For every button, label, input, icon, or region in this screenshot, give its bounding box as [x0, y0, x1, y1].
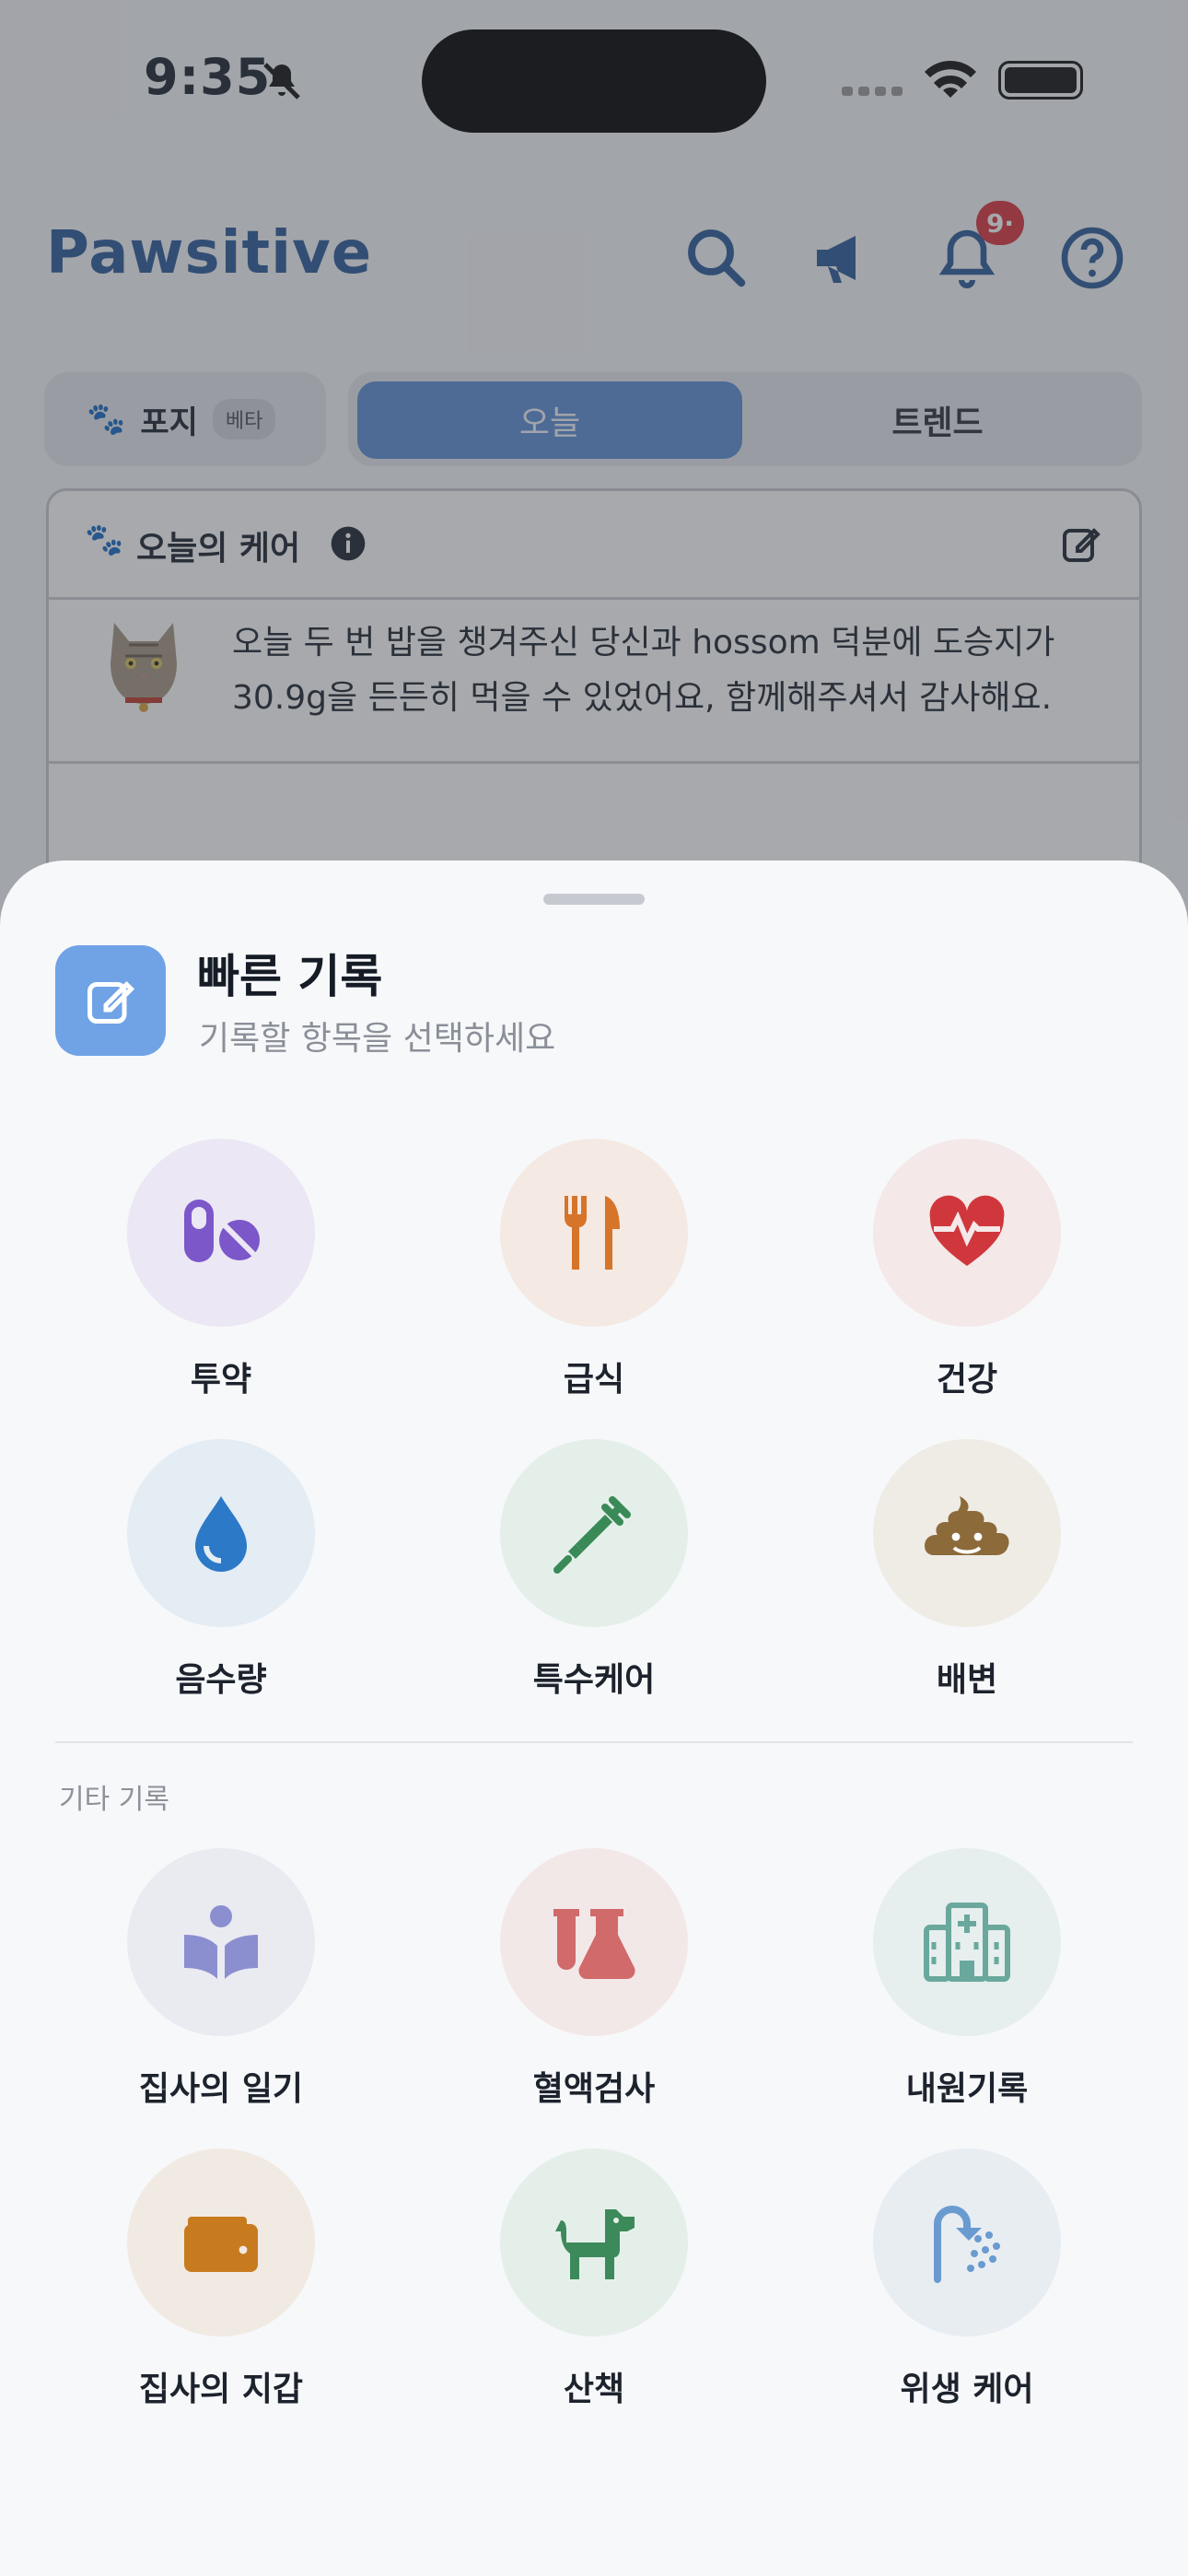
hospital-icon	[924, 1903, 1010, 1982]
quick-item-label: 위생 케어	[900, 2371, 1034, 2408]
hospital-visit-circle	[873, 1848, 1061, 2036]
sheet-drag-handle[interactable]	[543, 894, 645, 905]
quick-item-special-care[interactable]: 특수케어	[439, 1439, 734, 1715]
wallet-circle	[127, 2149, 315, 2336]
quick-item-diary[interactable]: 집사의 일기	[66, 1848, 361, 2125]
dog-icon	[555, 2209, 635, 2279]
quick-item-label: 집사의 지갑	[138, 2371, 304, 2408]
quick-item-wallet[interactable]: 집사의 지갑	[66, 2149, 361, 2425]
medication-circle	[127, 1139, 315, 1327]
quick-item-label: 집사의 일기	[138, 2070, 304, 2108]
quick-item-bowel[interactable]: 배변	[812, 1439, 1107, 1715]
quick-item-water[interactable]: 음수량	[66, 1439, 361, 1715]
health-circle	[873, 1139, 1061, 1327]
sheet-subtitle: 기록할 항목을 선택하세요	[199, 1020, 556, 1058]
shower-icon	[934, 2206, 1000, 2283]
quick-item-label: 내원기록	[905, 2070, 1029, 2108]
feeding-circle	[500, 1139, 688, 1327]
section-label-other: 기타 기록	[59, 1784, 169, 1816]
syringe-icon	[553, 1496, 631, 1574]
poop-icon	[925, 1496, 1009, 1555]
edit-icon	[87, 980, 135, 1024]
quick-item-label: 혈액검사	[532, 2070, 656, 2108]
quick-item-walk[interactable]: 산책	[439, 2149, 734, 2425]
reading-person-icon	[184, 1905, 258, 1979]
bowel-circle	[873, 1439, 1061, 1627]
pills-icon	[184, 1200, 260, 1262]
quick-item-health[interactable]: 건강	[812, 1139, 1107, 1415]
special-care-circle	[500, 1439, 688, 1627]
quick-item-label: 투약	[190, 1361, 252, 1399]
sheet-title: 빠른 기록	[197, 950, 383, 1003]
flask-icon	[553, 1909, 635, 1979]
quick-item-medication[interactable]: 투약	[66, 1139, 361, 1415]
hygiene-circle	[873, 2149, 1061, 2336]
quick-item-hospital-visit[interactable]: 내원기록	[812, 1848, 1107, 2125]
quick-item-label: 건강	[936, 1361, 998, 1399]
quick-item-hygiene[interactable]: 위생 케어	[812, 2149, 1107, 2425]
walk-circle	[500, 2149, 688, 2336]
sheet-header-icon	[55, 945, 166, 1056]
blood-test-circle	[500, 1848, 688, 2036]
diary-circle	[127, 1848, 315, 2036]
quick-item-label: 배변	[936, 1661, 998, 1699]
quick-item-label: 급식	[563, 1361, 625, 1399]
wallet-icon	[184, 2217, 258, 2272]
heart-pulse-icon	[929, 1195, 1005, 1266]
quick-item-label: 특수케어	[532, 1661, 656, 1699]
water-drop-icon	[195, 1496, 247, 1572]
quick-item-label: 산책	[563, 2371, 625, 2408]
quick-item-label: 음수량	[175, 1661, 267, 1699]
quick-item-feeding[interactable]: 급식	[439, 1139, 734, 1415]
section-divider	[55, 1741, 1133, 1743]
fork-knife-icon	[565, 1196, 620, 1270]
quick-item-blood-test[interactable]: 혈액검사	[439, 1848, 734, 2125]
water-circle	[127, 1439, 315, 1627]
